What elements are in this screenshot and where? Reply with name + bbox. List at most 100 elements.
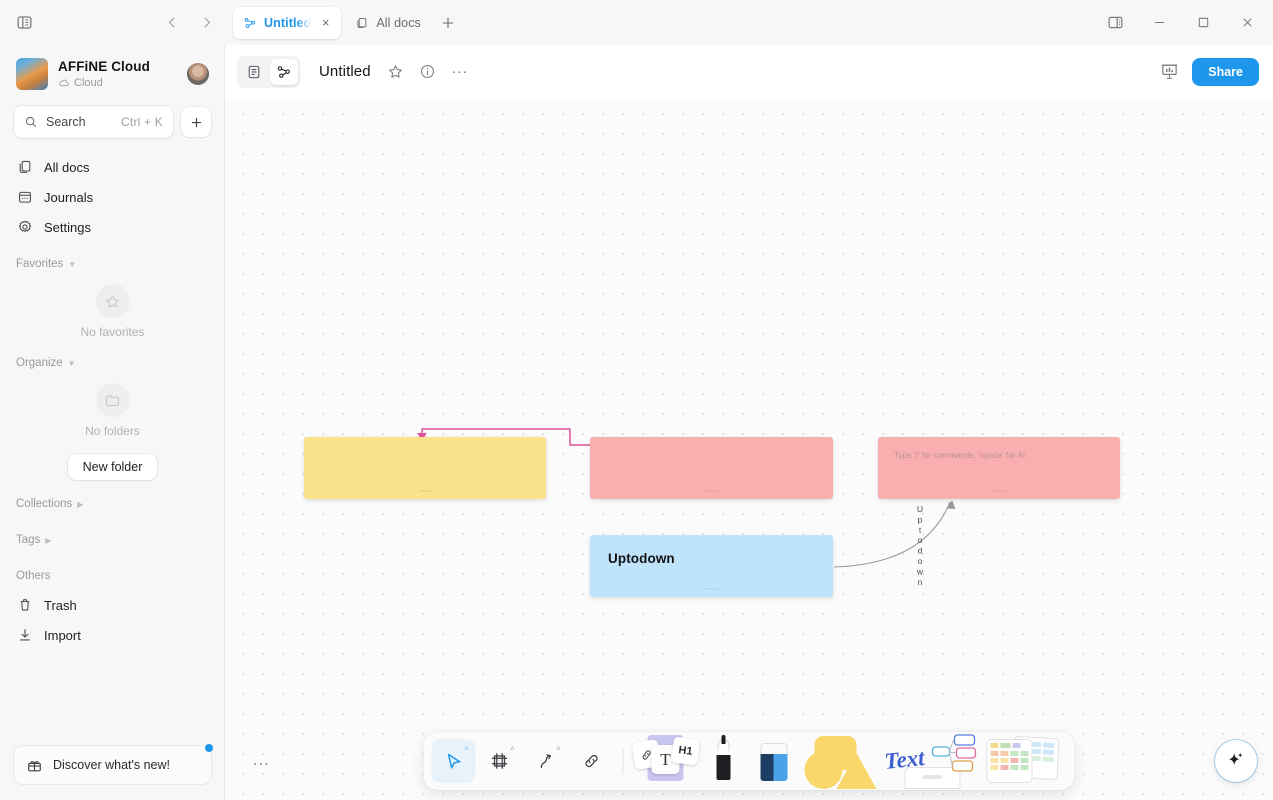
chevron-right-icon[interactable]: ▶ <box>45 536 51 545</box>
discover-whats-new-button[interactable]: Discover what's new! <box>14 744 213 784</box>
star-icon <box>96 284 130 318</box>
ai-sparkle-button[interactable] <box>1215 740 1257 782</box>
sidebar-item-label: Import <box>44 627 81 643</box>
info-icon[interactable] <box>415 59 441 85</box>
close-button[interactable] <box>1227 7 1267 39</box>
editor-header: Untitled ··· Share <box>225 45 1273 98</box>
select-tool[interactable]: ˄ <box>431 739 476 783</box>
star-icon[interactable] <box>383 59 409 85</box>
organize-empty: No folders New folder <box>0 377 225 482</box>
note-resize-handle[interactable] <box>701 587 723 591</box>
maximize-button[interactable] <box>1183 7 1223 39</box>
avatar[interactable] <box>187 63 209 85</box>
section-label: Favorites <box>16 258 64 270</box>
page-mode-button[interactable] <box>240 59 268 85</box>
more-options-icon[interactable]: ··· <box>447 59 473 85</box>
shape-tool[interactable] <box>801 733 881 789</box>
main-area: Untitled ··· Share Type '/' for commands… <box>225 45 1273 800</box>
tab-all-docs[interactable]: All docs <box>345 7 429 39</box>
chevron-down-icon[interactable]: ▼ <box>68 260 76 269</box>
sidebar-toggle-icon[interactable] <box>8 7 40 39</box>
tool-caret-icon: ˄ <box>464 746 469 753</box>
chevron-down-icon[interactable]: ▼ <box>68 359 76 368</box>
back-icon[interactable] <box>156 7 188 39</box>
workspace-avatar <box>16 58 48 90</box>
note-resize-handle[interactable] <box>414 489 436 493</box>
section-others: Others <box>0 562 225 590</box>
note-tool[interactable]: T H1 <box>631 733 700 789</box>
new-tab-icon[interactable] <box>433 8 463 38</box>
search-label: Search <box>46 115 86 129</box>
section-collections[interactable]: Collections ▶ <box>0 490 225 518</box>
yellow-note[interactable] <box>304 437 546 499</box>
organize-empty-label: No folders <box>85 424 140 438</box>
calendar-icon <box>16 188 34 206</box>
edgeless-icon <box>244 17 256 28</box>
section-label: Others <box>16 570 51 582</box>
text-mindmap-tool[interactable]: Text <box>883 733 979 789</box>
sidebar-item-settings[interactable]: Settings <box>8 212 217 242</box>
tool-caret-icon: ˄ <box>556 746 561 753</box>
pen-tool[interactable] <box>701 733 747 789</box>
sidebar-item-label: Trash <box>44 597 77 613</box>
search-icon <box>25 116 37 128</box>
discover-label: Discover what's new! <box>53 758 171 772</box>
tab-strip: Untitled × All docs <box>225 6 1095 39</box>
section-label: Tags <box>16 534 41 546</box>
connector-tool[interactable]: ˄ <box>524 739 568 783</box>
new-folder-button[interactable]: New folder <box>67 454 158 480</box>
history-nav <box>156 7 222 39</box>
editor-header-right: Share <box>1156 57 1259 86</box>
all-docs-icon <box>16 158 34 176</box>
pink-note-right[interactable]: Type '/' for commands, 'space' for AI <box>878 437 1120 499</box>
ai-sparkle-icon <box>1229 752 1243 766</box>
chevron-right-icon[interactable]: ▶ <box>77 500 83 509</box>
section-favorites[interactable]: Favorites ▼ <box>0 250 225 278</box>
right-panel-toggle-icon[interactable] <box>1095 7 1135 39</box>
folder-icon <box>96 383 130 417</box>
search-row: Search Ctrl + K <box>0 96 225 144</box>
page-title[interactable]: Untitled <box>319 63 371 80</box>
tool-caret-icon: ˄ <box>510 746 515 753</box>
tab-label: All docs <box>376 15 421 30</box>
text-chip-label: T <box>660 749 671 769</box>
sidebar-nav: All docs Journals Settings <box>0 144 225 242</box>
connector-label-uptodown[interactable]: Uptodown <box>913 504 927 589</box>
present-icon[interactable] <box>1156 59 1182 85</box>
cloud-icon <box>59 79 69 87</box>
blue-note[interactable]: Uptodown <box>590 535 833 597</box>
new-doc-button[interactable] <box>181 107 211 137</box>
section-tags[interactable]: Tags ▶ <box>0 526 225 554</box>
pink-note-center[interactable] <box>590 437 833 499</box>
edgeless-mode-button[interactable] <box>270 58 298 85</box>
sidebar-item-import[interactable]: Import <box>8 620 217 650</box>
workspace-selector[interactable]: AFFiNE Cloud Cloud <box>8 52 217 96</box>
workspace-subtitle: Cloud <box>58 77 177 89</box>
share-button[interactable]: Share <box>1192 57 1259 86</box>
search-input[interactable]: Search Ctrl + K <box>14 106 173 138</box>
template-tool[interactable] <box>981 733 1067 789</box>
sidebar-item-trash[interactable]: Trash <box>8 590 217 620</box>
canvas-more-button[interactable]: ··· <box>247 750 275 778</box>
note-resize-handle[interactable] <box>701 489 723 493</box>
titlebar-left <box>0 7 225 39</box>
favorites-empty: No favorites <box>0 278 225 341</box>
eraser-tool[interactable] <box>749 733 799 789</box>
tab-untitled[interactable]: Untitled × <box>233 6 342 39</box>
gear-icon <box>16 218 34 236</box>
note-resize-handle[interactable] <box>988 489 1010 493</box>
link-tool[interactable] <box>570 739 614 783</box>
section-organize[interactable]: Organize ▼ <box>0 349 225 377</box>
sidebar-item-all-docs[interactable]: All docs <box>8 152 217 182</box>
edgeless-canvas[interactable]: Type '/' for commands, 'space' for AI Up… <box>225 98 1273 800</box>
import-icon <box>16 626 34 644</box>
search-shortcut: Ctrl + K <box>121 115 163 129</box>
discover-badge <box>205 744 213 752</box>
others-list: Trash Import <box>0 590 225 650</box>
frame-tool[interactable]: ˄ <box>478 739 522 783</box>
tab-close-icon[interactable]: × <box>318 15 333 30</box>
forward-icon[interactable] <box>190 7 222 39</box>
sidebar-item-journals[interactable]: Journals <box>8 182 217 212</box>
heading-chip-label: H1 <box>677 744 694 758</box>
minimize-button[interactable] <box>1139 7 1179 39</box>
